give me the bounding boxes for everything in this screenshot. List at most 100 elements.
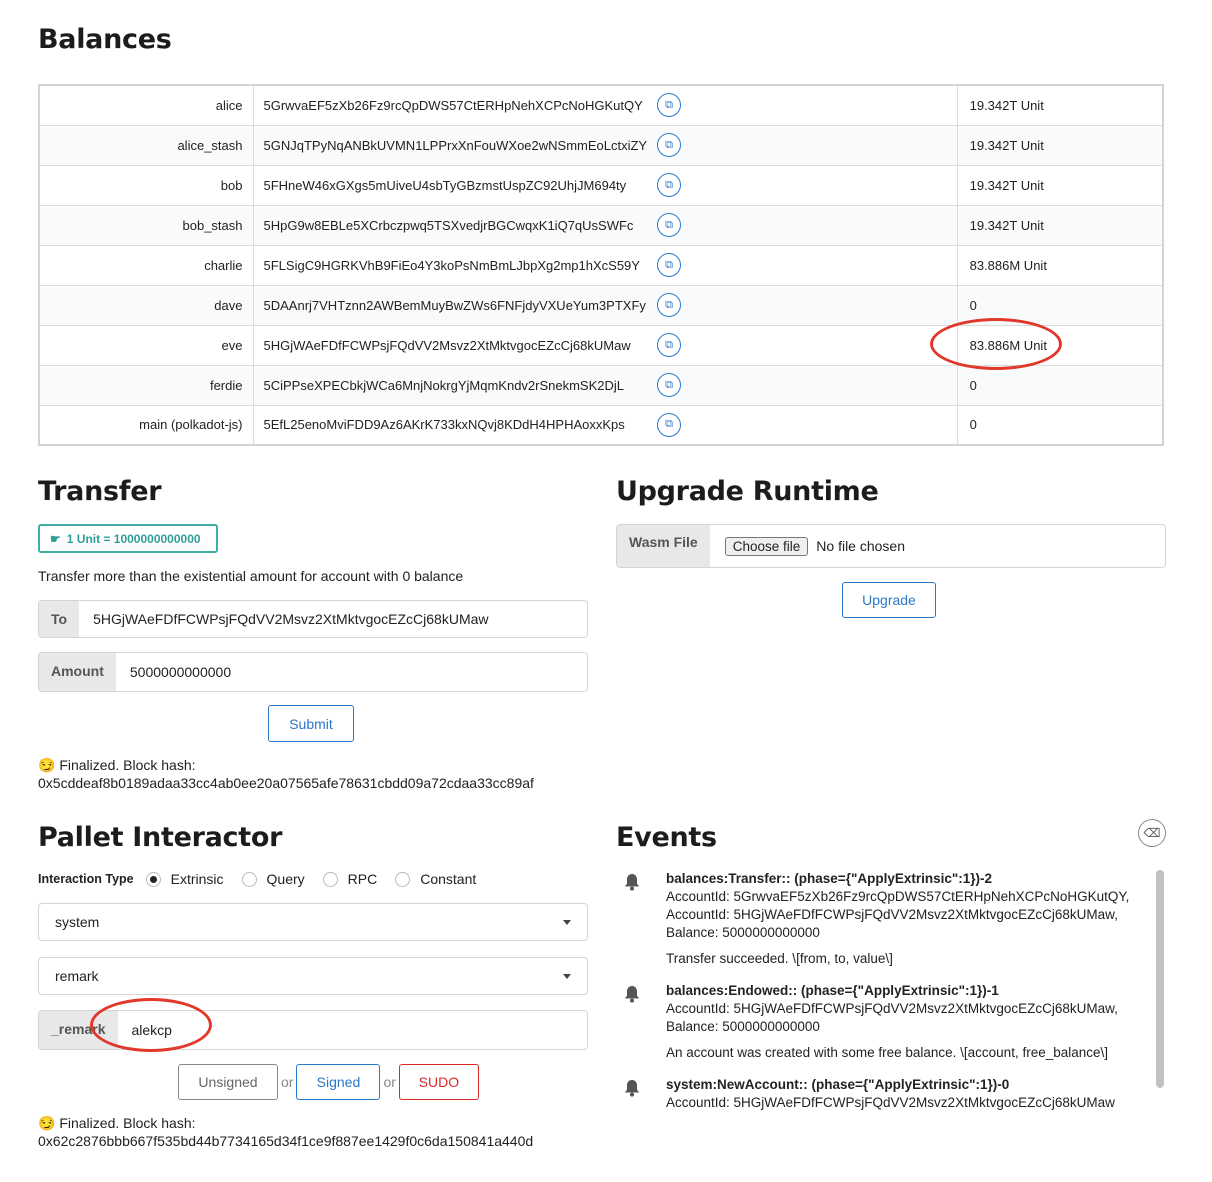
remark-param-input[interactable]: alekcp xyxy=(118,1011,588,1049)
bell-icon xyxy=(616,870,666,968)
to-label: To xyxy=(39,601,80,637)
account-name: bob xyxy=(39,164,254,205)
account-name: eve xyxy=(39,324,254,365)
event-param: Balance: 5000000000000 xyxy=(666,925,820,940)
callable-dropdown[interactable]: remark xyxy=(38,957,588,995)
pallet-interactor-title: Pallet Interactor xyxy=(38,822,283,853)
transfer-status: 😏 Finalized. Block hash: 0x5cddeaf8b0189… xyxy=(38,756,534,792)
no-file-text: No file chosen xyxy=(816,538,905,554)
event-param: AccountId: 5HGjWAeFDfFCWPsjFQdVV2Msvz2Xt… xyxy=(666,1095,1115,1110)
bell-icon xyxy=(616,982,666,1062)
event-doc: Transfer succeeded. \[from, to, value\] xyxy=(666,951,893,966)
signed-button[interactable]: Signed xyxy=(296,1064,381,1100)
table-row: main (polkadot-js) 5EfL25enoMviFDD9Az6AKr… xyxy=(39,404,1163,445)
account-name: main (polkadot-js) xyxy=(39,404,254,445)
copy-icon[interactable]: ⧉ xyxy=(657,93,682,118)
unit-info-label: ☛ 1 Unit = 1000000000000 xyxy=(38,524,218,553)
account-balance: 83.886M Unit xyxy=(957,324,1163,365)
event-head: balances:Endowed:: (phase={"ApplyExtrins… xyxy=(666,983,999,998)
event-doc: An account was created with some free ba… xyxy=(666,1045,1109,1060)
events-scrollbar[interactable] xyxy=(1156,870,1164,1088)
account-balance: 83.886M Unit xyxy=(957,244,1163,285)
table-row: bob 5FHneW46xGXgs5mUiveU4sbTyGBzmstUspZC9… xyxy=(39,164,1163,205)
event-param: AccountId: 5HGjWAeFDfFCWPsjFQdVV2Msvz2Xt… xyxy=(666,1001,1118,1016)
event-item: system:NewAccount:: (phase={"ApplyExtrin… xyxy=(616,1076,1166,1112)
copy-icon[interactable]: ⧉ xyxy=(657,173,682,197)
account-balance: 19.342T Unit xyxy=(969,97,1044,113)
clear-events-button[interactable]: ⌫ xyxy=(1138,819,1166,847)
account-balance: 0 xyxy=(957,364,1163,405)
radio-label-extrinsic: Extrinsic xyxy=(170,871,224,887)
chevron-down-icon xyxy=(563,919,571,925)
copy-cell: ⧉ xyxy=(657,204,958,245)
events-feed[interactable]: balances:Transfer:: (phase={"ApplyExtrin… xyxy=(616,870,1166,1120)
account-name: dave xyxy=(39,284,254,325)
radio-constant[interactable] xyxy=(395,871,411,887)
account-address: 5FLSigC9HGRKVhB9FiEo4Y3koPsNmBmLJbpXg2mp… xyxy=(253,244,658,285)
balances-title: Balances xyxy=(38,24,172,55)
choose-file-button[interactable]: Choose file xyxy=(724,536,809,556)
copy-icon[interactable]: ⧉ xyxy=(657,293,682,317)
transfer-title: Transfer xyxy=(38,476,162,507)
wasm-file-label: Wasm File xyxy=(617,525,710,567)
account-balance: 19.342T Unit xyxy=(957,164,1163,205)
hand-point-icon: ☛ xyxy=(50,531,61,546)
account-name: alice xyxy=(39,85,254,125)
radio-query[interactable] xyxy=(241,871,257,887)
amount-field[interactable]: Amount 5000000000000 xyxy=(38,652,588,692)
account-address: 5HpG9w8EBLe5XCrbczpwq5TSXvedjrBGCwqxK1iQ… xyxy=(253,204,658,245)
copy-icon[interactable]: ⧉ xyxy=(657,133,682,157)
pallet-dropdown[interactable]: system xyxy=(38,903,588,941)
copy-cell: ⧉ xyxy=(657,124,958,165)
event-param: AccountId: 5HGjWAeFDfFCWPsjFQdVV2Msvz2Xt… xyxy=(666,907,1118,922)
table-row: bob_stash 5HpG9w8EBLe5XCrbczpwq5TSXvedjrB… xyxy=(39,204,1163,245)
upgrade-title: Upgrade Runtime xyxy=(616,476,879,507)
event-head: system:NewAccount:: (phase={"ApplyExtrin… xyxy=(666,1077,1010,1092)
unsigned-button[interactable]: Unsigned xyxy=(178,1064,278,1100)
table-row: dave 5DAAnrj7VHTznn2AWBemMuyBwZWs6FNFjdyV… xyxy=(39,284,1163,325)
copy-icon[interactable]: ⧉ xyxy=(657,253,682,277)
radio-label-constant: Constant xyxy=(420,871,477,887)
copy-cell: ⧉ xyxy=(657,284,958,325)
account-name: ferdie xyxy=(39,364,254,405)
table-row: ferdie 5CiPPseXPECbkjWCa6MnjNokrgYjMqmKnd… xyxy=(39,364,1163,405)
radio-rpc[interactable] xyxy=(322,871,338,887)
copy-cell: ⧉ xyxy=(657,324,958,365)
radio-label-query: Query xyxy=(266,871,305,887)
chevron-down-icon xyxy=(563,973,571,979)
wasm-file-field[interactable]: Wasm File Choose file No file chosen xyxy=(616,524,1166,568)
upgrade-button[interactable]: Upgrade xyxy=(842,582,936,618)
account-address: 5FHneW46xGXgs5mUiveU4sbTyGBzmstUspZC92Uh… xyxy=(253,164,658,205)
event-body: balances:Endowed:: (phase={"ApplyExtrins… xyxy=(666,982,1166,1062)
account-balance: 0 xyxy=(957,284,1163,325)
copy-cell: ⧉ xyxy=(657,364,958,405)
event-item: balances:Endowed:: (phase={"ApplyExtrins… xyxy=(616,982,1166,1062)
pallet-dropdown-value: system xyxy=(55,914,100,930)
account-balance: 19.342T Unit xyxy=(957,204,1163,245)
copy-icon[interactable]: ⧉ xyxy=(657,373,682,397)
account-address: 5DAAnrj7VHTznn2AWBemMuyBwZWs6FNFjdyVXUeY… xyxy=(253,284,658,325)
copy-cell: ⧉ xyxy=(657,244,958,285)
copy-cell: ⧉ xyxy=(657,85,958,125)
copy-cell: ⧉ xyxy=(657,164,958,205)
copy-icon[interactable]: ⧉ xyxy=(657,213,682,237)
transfer-block-hash: 0x5cddeaf8b0189adaa33cc4ab0ee20a07565afe… xyxy=(38,775,534,791)
account-address: 5EfL25enoMviFDD9Az6AKrK733kxNQvj8KDdH4HP… xyxy=(253,404,658,445)
wasm-file-input[interactable]: Choose file No file chosen xyxy=(710,525,1165,567)
sudo-button[interactable]: SUDO xyxy=(398,1064,479,1100)
copy-icon[interactable]: ⧉ xyxy=(657,412,682,437)
to-field[interactable]: To 5HGjWAeFDfFCWPsjFQdVV2Msvz2XtMktvgocE… xyxy=(38,600,588,638)
interaction-type-label: Interaction Type xyxy=(38,872,134,886)
radio-extrinsic[interactable] xyxy=(145,871,161,887)
account-name: charlie xyxy=(39,244,254,285)
amount-input[interactable]: 5000000000000 xyxy=(116,653,587,691)
unit-info-text: 1 Unit = 1000000000000 xyxy=(66,531,201,546)
to-input[interactable]: 5HGjWAeFDfFCWPsjFQdVV2Msvz2XtMktvgocEZcC… xyxy=(79,601,587,637)
remark-param-field[interactable]: _remark alekcp xyxy=(38,1010,588,1050)
event-body: balances:Transfer:: (phase={"ApplyExtrin… xyxy=(666,870,1166,968)
remark-param-label: _remark xyxy=(39,1011,118,1049)
submit-button[interactable]: Submit xyxy=(268,705,354,742)
event-param: Balance: 5000000000000 xyxy=(666,1019,820,1034)
transfer-status-label: 😏 Finalized. Block hash: xyxy=(38,757,196,773)
copy-icon[interactable]: ⧉ xyxy=(657,333,682,357)
